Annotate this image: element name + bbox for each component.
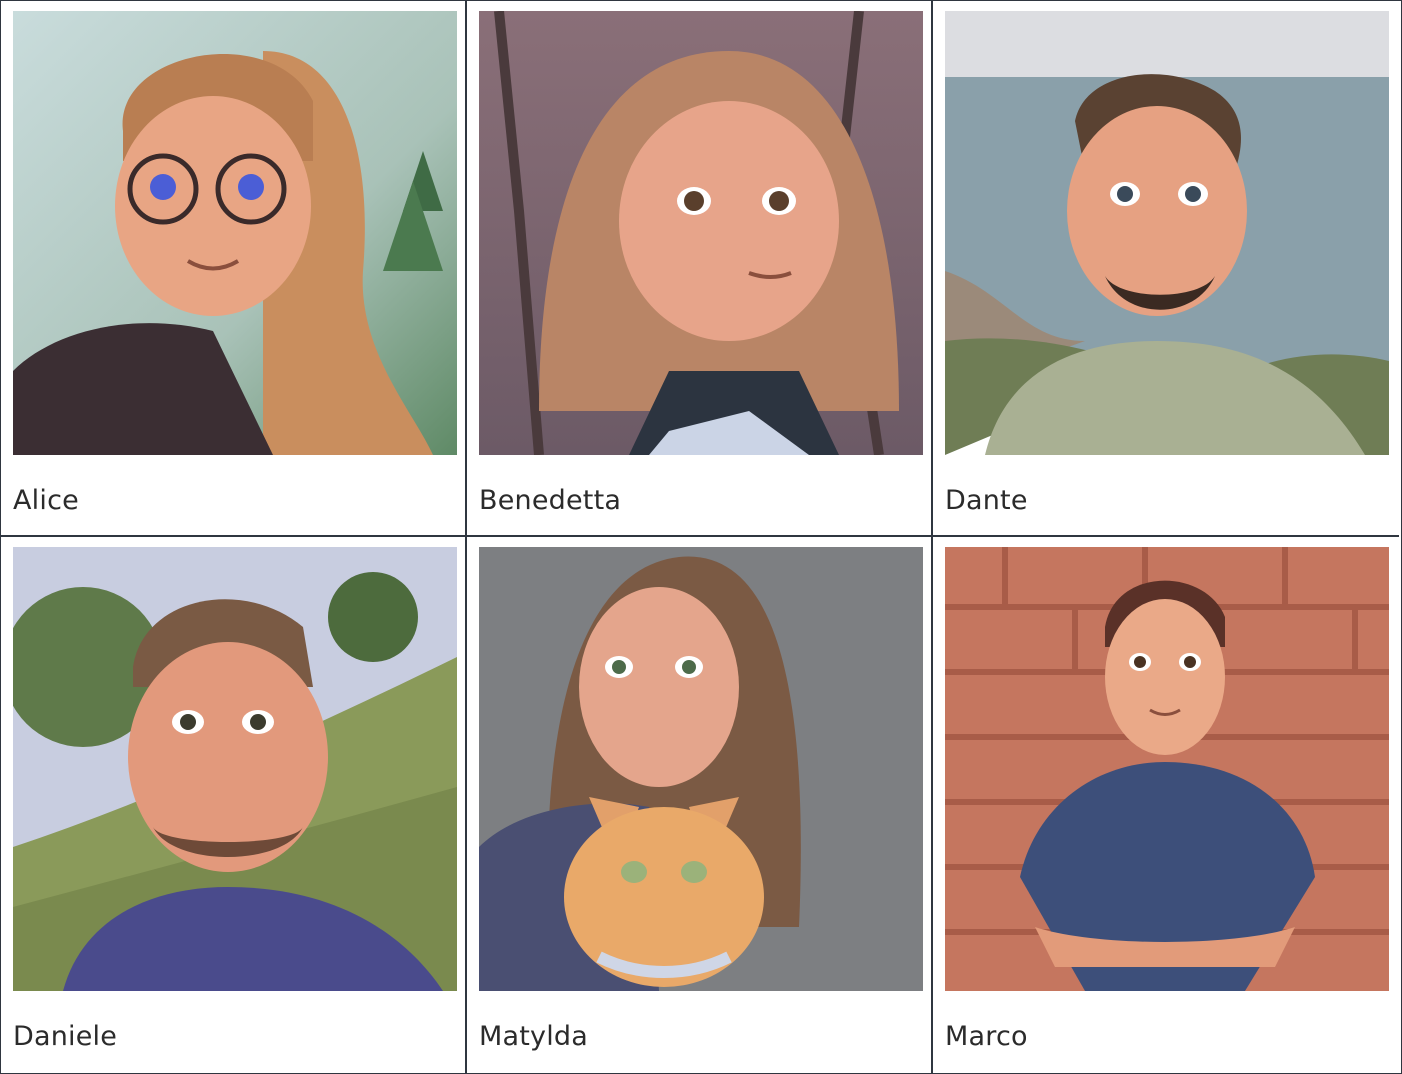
person-name: Dante — [945, 485, 1028, 516]
cartoon-portrait-woman-glasses-image — [13, 11, 457, 455]
avatar-gallery-grid: Alice Benedetta Dante Daniele Matylda Ma… — [0, 0, 1402, 1074]
cartoon-portrait-man-brick-wall-image — [945, 547, 1389, 991]
gallery-card-marco: Marco — [933, 537, 1399, 1073]
gallery-card-dante: Dante — [933, 1, 1399, 537]
cartoon-portrait-woman-wavy-hair-image — [479, 11, 923, 455]
person-name: Benedetta — [479, 485, 622, 516]
person-name: Matylda — [479, 1021, 588, 1052]
gallery-card-benedetta: Benedetta — [467, 1, 933, 537]
cartoon-portrait-woman-with-cat-image — [479, 547, 923, 991]
gallery-card-matylda: Matylda — [467, 537, 933, 1073]
gallery-card-alice: Alice — [1, 1, 467, 537]
gallery-card-daniele: Daniele — [1, 537, 467, 1073]
cartoon-portrait-man-seaside-image — [945, 11, 1389, 455]
cartoon-portrait-man-hillside-image — [13, 547, 457, 991]
person-name: Alice — [13, 485, 79, 516]
person-name: Marco — [945, 1021, 1028, 1052]
person-name: Daniele — [13, 1021, 118, 1052]
